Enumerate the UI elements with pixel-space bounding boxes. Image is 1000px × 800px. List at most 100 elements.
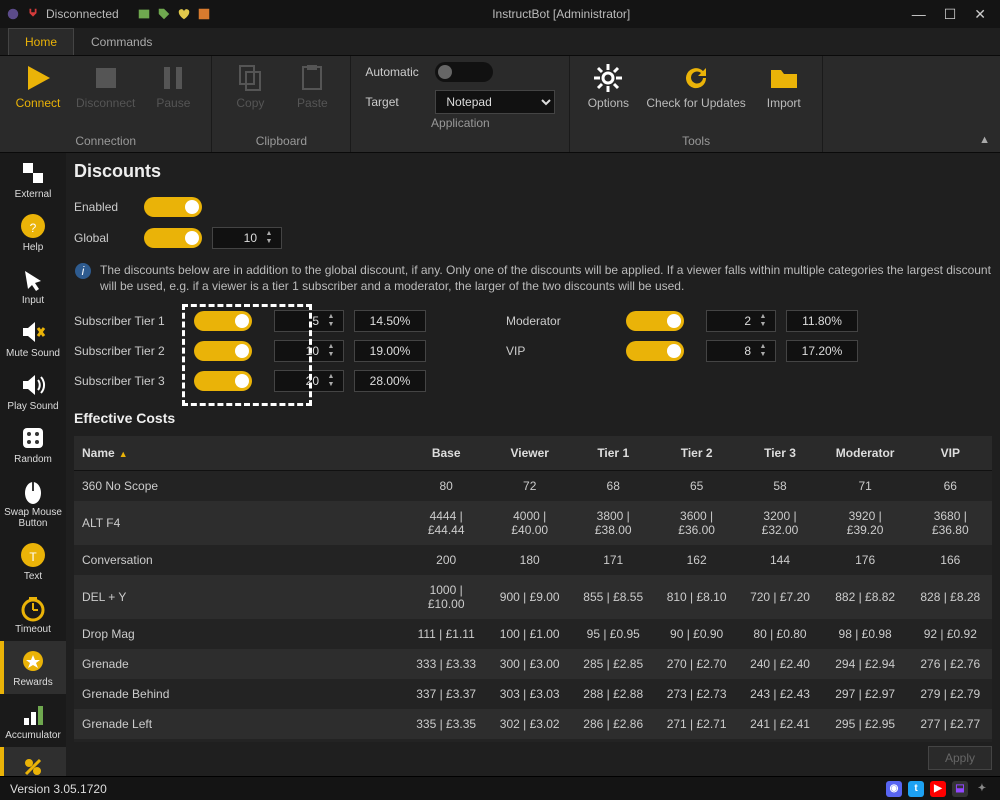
cell-value: 71 xyxy=(822,471,909,502)
cell-value: 92 | £0.92 xyxy=(909,619,992,649)
sidebar-item-external[interactable]: External xyxy=(0,153,66,206)
sidebar-item-play[interactable]: Play Sound xyxy=(0,365,66,418)
external-icon xyxy=(19,159,47,187)
vip-spinner[interactable]: ▲▼ xyxy=(706,340,776,362)
help-icon: ? xyxy=(19,212,47,240)
flag-icon[interactable] xyxy=(197,7,211,21)
table-row[interactable]: Drop Mag111 | £1.11100 | £1.0095 | £0.95… xyxy=(74,619,992,649)
sidebar-item-label: Timeout xyxy=(15,624,51,635)
t1-label: Subscriber Tier 1 xyxy=(74,314,184,328)
table-row[interactable]: DEL + Y1000 | £10.00900 | £9.00855 | £8.… xyxy=(74,575,992,619)
cell-value: 162 xyxy=(655,545,738,575)
cell-value: 3680 | £36.80 xyxy=(909,501,992,545)
vip-toggle[interactable] xyxy=(626,341,684,361)
col-viewer[interactable]: Viewer xyxy=(488,436,572,471)
cell-value: 335 | £3.35 xyxy=(404,709,487,739)
copy-button[interactable]: Copy xyxy=(226,62,274,110)
table-row[interactable]: Grenade333 | £3.33300 | £3.00285 | £2.85… xyxy=(74,649,992,679)
paste-button[interactable]: Paste xyxy=(288,62,336,110)
heart-icon[interactable] xyxy=(177,7,191,21)
link-icon[interactable]: ✦ xyxy=(974,781,990,797)
t1-spinner[interactable]: ▲▼ xyxy=(274,310,344,332)
sidebar-item-mute[interactable]: Mute Sound xyxy=(0,312,66,365)
automatic-toggle[interactable] xyxy=(435,62,493,82)
sidebar-item-accumulator[interactable]: Accumulator xyxy=(0,694,66,747)
youtube-icon[interactable]: ▶ xyxy=(930,781,946,797)
t3-toggle[interactable] xyxy=(194,371,252,391)
cell-value: 277 | £2.77 xyxy=(909,709,992,739)
twitter-icon[interactable]: t xyxy=(908,781,924,797)
table-row[interactable]: Grenade Behind337 | £3.37303 | £3.03288 … xyxy=(74,679,992,709)
sidebar-item-random[interactable]: Random xyxy=(0,418,66,471)
global-spinner[interactable]: ▲▼ xyxy=(212,227,282,249)
svg-text:i: i xyxy=(82,264,85,278)
close-button[interactable]: ✕ xyxy=(974,6,986,23)
pause-button[interactable]: Pause xyxy=(149,62,197,110)
cell-value: 111 | £1.11 xyxy=(404,619,487,649)
global-toggle[interactable] xyxy=(144,228,202,248)
tag-icon[interactable] xyxy=(157,7,171,21)
sidebar-item-help[interactable]: ?Help xyxy=(0,206,66,259)
automatic-label: Automatic xyxy=(365,65,427,79)
cell-value: 176 xyxy=(822,545,909,575)
refresh-icon xyxy=(680,62,712,94)
sidebar-item-text[interactable]: TText xyxy=(0,535,66,588)
cell-value: 285 | £2.85 xyxy=(572,649,655,679)
version-label: Version 3.05.1720 xyxy=(10,782,107,796)
connect-button[interactable]: Connect xyxy=(14,62,62,110)
character-icon[interactable] xyxy=(137,7,151,21)
cell-value: 3600 | £36.00 xyxy=(655,501,738,545)
tab-home[interactable]: Home xyxy=(8,28,74,55)
col-tier-2[interactable]: Tier 2 xyxy=(655,436,738,471)
maximize-button[interactable]: ☐ xyxy=(944,6,957,23)
collapse-ribbon-button[interactable]: ▲ xyxy=(979,134,990,146)
mod-spinner[interactable]: ▲▼ xyxy=(706,310,776,332)
effective-heading: Effective Costs xyxy=(74,410,992,426)
svg-text:?: ? xyxy=(30,221,37,235)
table-row[interactable]: Grenade Left335 | £3.35302 | £3.02286 | … xyxy=(74,709,992,739)
col-base[interactable]: Base xyxy=(404,436,487,471)
import-button[interactable]: Import xyxy=(760,62,808,110)
disconnect-button[interactable]: Disconnect xyxy=(76,62,135,110)
table-row[interactable]: Conversation200180171162144176166 xyxy=(74,545,992,575)
options-button[interactable]: Options xyxy=(584,62,632,110)
cell-value: 144 xyxy=(738,545,821,575)
tab-commands[interactable]: Commands xyxy=(74,28,169,55)
t2-toggle[interactable] xyxy=(194,341,252,361)
twitch-icon[interactable]: ⬓ xyxy=(952,781,968,797)
swap-icon xyxy=(19,477,47,505)
sidebar-item-rewards[interactable]: Rewards xyxy=(0,641,66,694)
cell-value: 241 | £2.41 xyxy=(738,709,821,739)
sidebar-item-label: Input xyxy=(22,295,44,306)
sidebar-item-discounts[interactable]: Discounts xyxy=(0,747,66,776)
col-tier-1[interactable]: Tier 1 xyxy=(572,436,655,471)
info-text: The discounts below are in addition to t… xyxy=(100,262,992,294)
t1-percent: 14.50% xyxy=(354,310,426,332)
timeout-icon xyxy=(19,594,47,622)
sidebar-item-label: Text xyxy=(24,571,42,582)
col-name[interactable]: Name▲ xyxy=(74,436,404,471)
col-vip[interactable]: VIP xyxy=(909,436,992,471)
mute-icon xyxy=(19,318,47,346)
col-moderator[interactable]: Moderator xyxy=(822,436,909,471)
sidebar-item-input[interactable]: Input xyxy=(0,259,66,312)
table-row[interactable]: 360 No Scope80726865587166 xyxy=(74,471,992,502)
sidebar-item-timeout[interactable]: Timeout xyxy=(0,588,66,641)
apply-button[interactable]: Apply xyxy=(928,746,992,770)
minimize-button[interactable]: — xyxy=(912,6,926,23)
t1-toggle[interactable] xyxy=(194,311,252,331)
mod-toggle[interactable] xyxy=(626,311,684,331)
group-connection-label: Connection xyxy=(75,134,136,148)
table-row[interactable]: ALT F44444 | £44.444000 | £40.003800 | £… xyxy=(74,501,992,545)
enabled-toggle[interactable] xyxy=(144,197,202,217)
t2-spinner[interactable]: ▲▼ xyxy=(274,340,344,362)
target-select[interactable]: Notepad xyxy=(435,90,555,114)
sidebar-item-swap[interactable]: Swap Mouse Button xyxy=(0,471,66,535)
t3-spinner[interactable]: ▲▼ xyxy=(274,370,344,392)
col-tier-3[interactable]: Tier 3 xyxy=(738,436,821,471)
discord-icon[interactable]: ◉ xyxy=(886,781,902,797)
cell-name: Grenade Left xyxy=(74,709,404,739)
title-bar: Disconnected InstructBot [Administrator]… xyxy=(0,0,1000,28)
check-updates-button[interactable]: Check for Updates xyxy=(646,62,745,110)
mod-label: Moderator xyxy=(506,314,616,328)
